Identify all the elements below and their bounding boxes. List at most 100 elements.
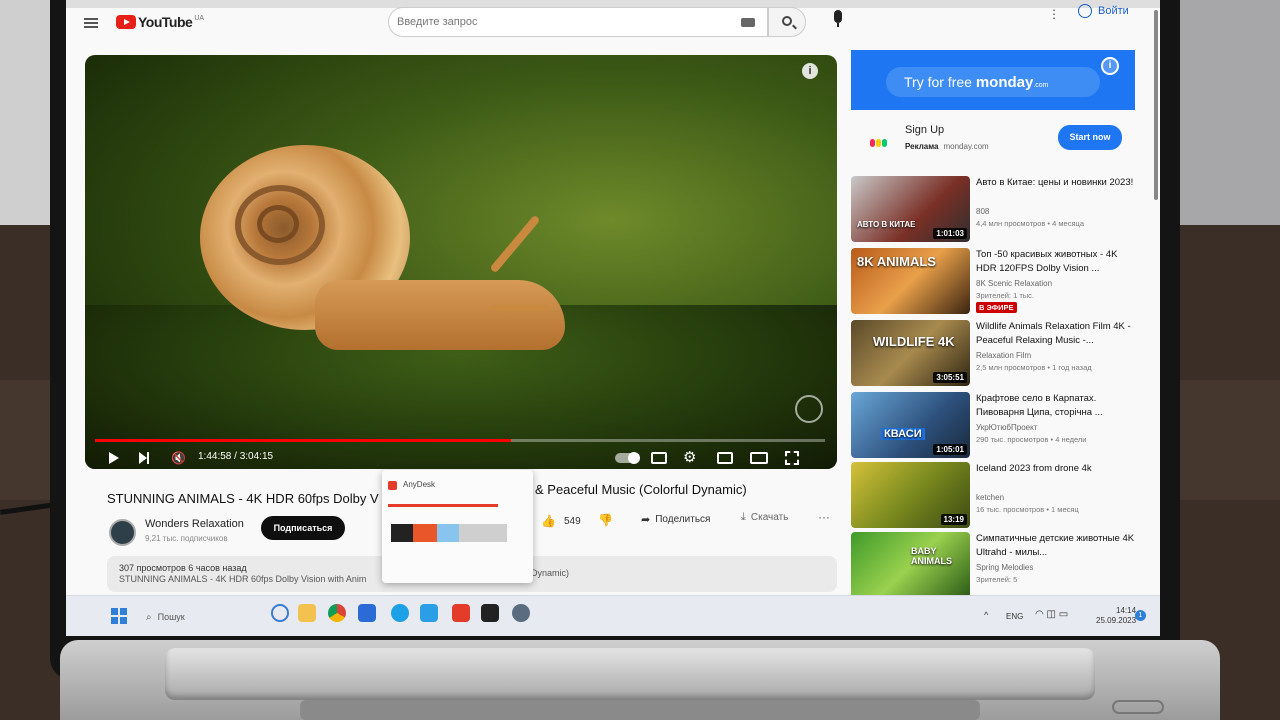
recommendation-item[interactable]: BABY ANIMALS Симпатичные детские животны… (851, 532, 1141, 600)
rec-channel: ketchen (976, 493, 1005, 502)
fullscreen-icon[interactable] (785, 451, 799, 465)
search-icon (782, 16, 792, 26)
ad-banner[interactable]: Try for free monday.com i (851, 50, 1135, 110)
page-scrollbar[interactable] (1154, 10, 1158, 200)
thumbs-down-icon[interactable]: 👎 (598, 513, 613, 527)
thumb-label: WILDLIFE 4K (873, 334, 955, 349)
download-icon: ⤓ (741, 511, 746, 523)
rec-title: Wildlife Animals Relaxation Film 4K - Pe… (976, 321, 1131, 346)
login-button[interactable]: Войти (1078, 4, 1129, 18)
autoplay-toggle[interactable] (615, 452, 640, 464)
chrome-icon[interactable] (328, 604, 346, 622)
ad-title[interactable]: Sign Up (905, 124, 944, 136)
search-icon: ⌕ (146, 611, 152, 623)
play-icon[interactable] (109, 452, 119, 464)
recommendation-item[interactable]: WILDLIFE 4K 3:05:51 Wildlife Animals Rel… (851, 320, 1141, 388)
windows-start-icon[interactable] (111, 608, 127, 624)
progress-fill (95, 439, 512, 442)
recommendation-item[interactable]: КВАСИ 1:05:01 Крафтове село в Карпатах. … (851, 392, 1141, 460)
channel-name[interactable]: Wonders Relaxation (145, 518, 244, 530)
laptop-screen: YouTube UA Введите запрос · · · Войти i 🔇 … (66, 0, 1160, 636)
settings-gear-icon[interactable]: ⚙ (683, 450, 696, 466)
like-button[interactable]: 👍 549 (541, 514, 581, 528)
thumb-block (391, 524, 413, 542)
logo-text: YouTube (138, 14, 193, 30)
download-label: Скачать (750, 512, 789, 523)
thumb-block (437, 524, 459, 542)
video-thumbnail: АВТО В КИТАЕ 1:01:03 (851, 176, 970, 242)
logo-dot (876, 139, 881, 147)
recommendation-item[interactable]: 8K ANIMALS Топ -50 красивых животных - 4… (851, 248, 1141, 316)
language-indicator[interactable]: ENG (1006, 612, 1023, 621)
info-icon[interactable]: i (802, 63, 818, 79)
user-icon (1078, 4, 1092, 18)
subtitles-icon[interactable] (651, 452, 667, 464)
rec-title: Топ -50 красивых животных - 4K HDR 120FP… (976, 249, 1118, 274)
subscriber-count: 9,21 тыс. подписчиков (145, 534, 228, 543)
rec-meta: Зрителей: 5 (976, 575, 1018, 584)
start-now-button[interactable]: Start now (1058, 125, 1122, 150)
settings-gear-icon[interactable] (512, 604, 530, 622)
mute-icon[interactable]: 🔇 (171, 451, 186, 465)
notification-badge[interactable]: 1 (1135, 610, 1146, 621)
login-label: Войти (1098, 5, 1129, 17)
video-player[interactable]: i 🔇 1:44:58 / 3:04:15 ⚙ (85, 55, 837, 469)
search-button[interactable] (768, 7, 806, 37)
rec-title: Симпатичные детские животные 4K Ultrahd … (976, 533, 1135, 558)
rec-channel: 8K Scenic Relaxation (976, 279, 1053, 288)
start-tile (120, 608, 127, 615)
rec-channel: Spring Melodies (976, 563, 1034, 572)
thumbs-up-icon: 👍 (541, 514, 556, 528)
rec-channel: 808 (976, 207, 990, 216)
menu-icon[interactable] (84, 18, 98, 28)
clock-date: 25.09.2023 (1096, 616, 1137, 625)
search-placeholder: Введите запрос (397, 16, 478, 28)
ad-info-icon[interactable]: i (1101, 57, 1119, 75)
clock[interactable]: 14:14 25.09.2023 (1096, 606, 1136, 626)
more-actions-icon[interactable]: ··· (818, 510, 830, 524)
anydesk-preview-popup[interactable]: AnyDesk (382, 470, 533, 583)
video-title: STUNNING ANIMALS - 4K HDR 60fps Dolby V (107, 491, 379, 506)
next-icon[interactable] (139, 452, 149, 464)
snail-body (315, 280, 565, 350)
microphone-icon[interactable] (834, 10, 842, 27)
view-count: 307 просмотров 6 часов назад (119, 563, 247, 573)
video-thumbnail: WILDLIFE 4K 3:05:51 (851, 320, 970, 386)
progress-bar[interactable] (95, 439, 825, 442)
anydesk-icon[interactable] (452, 604, 470, 622)
subscribe-button[interactable]: Подписаться (261, 516, 345, 540)
file-explorer-icon[interactable] (298, 604, 316, 622)
rec-meta: 16 тыс. просмотров • 1 месяц (976, 505, 1079, 514)
ad-cta-pill[interactable]: Try for free monday.com (886, 67, 1100, 97)
keyboard-vent (300, 700, 980, 720)
chevron-up-icon[interactable]: ^ (984, 610, 988, 620)
download-button[interactable]: ⤓ Скачать (741, 511, 788, 524)
description-text: STUNNING ANIMALS - 4K HDR 60fps Dolby Vi… (119, 574, 367, 584)
ad-banner-text: Try for free (904, 74, 972, 90)
duration-badge: 13:19 (940, 514, 967, 525)
video-thumbnail: КВАСИ 1:05:01 (851, 392, 970, 458)
search-input[interactable]: Введите запрос (388, 7, 768, 37)
recommendation-item[interactable]: АВТО В КИТАЕ 1:01:03 Авто в Китае: цены … (851, 176, 1141, 244)
avatar[interactable] (109, 519, 136, 546)
youtube-play-icon (116, 15, 136, 29)
copilot-icon[interactable] (271, 604, 289, 622)
keyboard-icon[interactable] (741, 18, 755, 27)
share-button[interactable]: ➦ Поделиться (641, 513, 710, 526)
more-options-icon[interactable]: · · · (1051, 3, 1057, 24)
recommendation-item[interactable]: 13:19 Iceland 2023 from drone 4k ketchen… (851, 462, 1141, 530)
skype-icon[interactable] (420, 604, 438, 622)
wifi-icon[interactable]: ◠ ◫ ▭ (1035, 609, 1068, 620)
theater-mode-icon[interactable] (750, 452, 768, 464)
channel-watermark-icon[interactable] (795, 395, 823, 423)
store-icon[interactable] (358, 604, 376, 622)
taskbar-search[interactable]: ⌕ Пошук (146, 608, 256, 626)
windows-taskbar: ⌕ Пошук ^ ENG ◠ ◫ ▭ 14:14 25.09.2023 1 (66, 595, 1160, 636)
telegram-icon[interactable] (391, 604, 409, 622)
thumb-label: BABY ANIMALS (911, 546, 952, 566)
share-label: Поделиться (655, 514, 711, 525)
thumb-label: КВАСИ (881, 428, 925, 440)
terminal-icon[interactable] (481, 604, 499, 622)
miniplayer-icon[interactable] (717, 452, 733, 464)
youtube-logo[interactable]: YouTube UA (116, 14, 204, 30)
